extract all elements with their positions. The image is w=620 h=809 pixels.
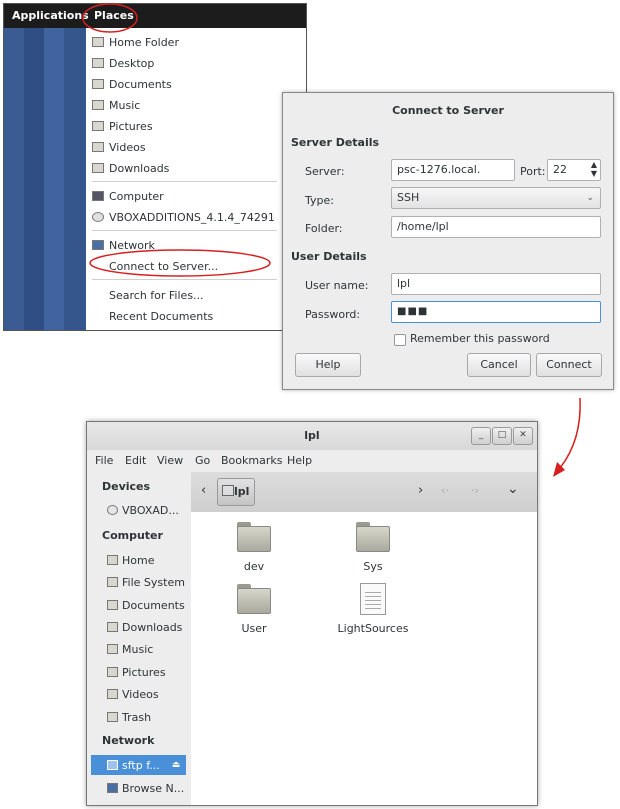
connect-highlight-ellipse — [89, 249, 271, 277]
arrow-line — [559, 397, 581, 469]
annotation-overlay — [82, 3, 581, 477]
places-highlight-ellipse — [82, 3, 138, 33]
